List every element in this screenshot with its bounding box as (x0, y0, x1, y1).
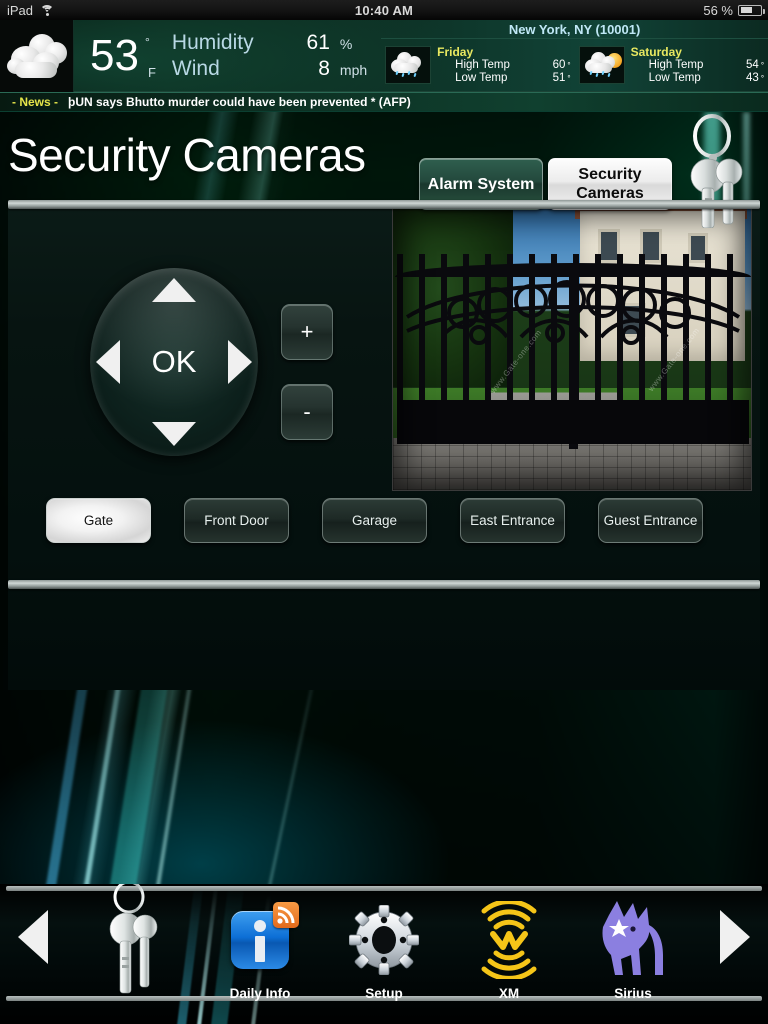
wind-row: Wind 8 mph (172, 57, 367, 81)
toolbar-item-daily-info[interactable]: Daily Info (200, 894, 320, 1014)
wind-label: Wind (171, 57, 220, 80)
tab-label: Security Cameras (576, 166, 644, 202)
wind-value: 8 (318, 57, 330, 80)
camera-button-gate[interactable]: Gate (46, 498, 151, 543)
camera-button-east-entrance[interactable]: East Entrance (460, 498, 565, 543)
camera-feed-image[interactable]: www.Gate-one.com www.Gate-one.com (392, 206, 752, 491)
rss-icon (273, 902, 299, 928)
camera-button-label: Guest Entrance (603, 512, 698, 528)
rain-cloud-icon (385, 46, 432, 84)
page-title: Security Cameras (8, 129, 366, 181)
degree-symbol: ° (760, 60, 765, 70)
forecast-day-name: Saturday (630, 44, 682, 59)
toolbar-item-label: Setup (365, 986, 403, 1001)
status-bar-right: 56 % (703, 2, 765, 18)
humidity-label: Humidity (171, 31, 254, 54)
degree-symbol: ° (567, 73, 571, 83)
toolbar-next-button[interactable] (720, 910, 750, 964)
forecast-day-saturday: Saturday High Temp 54 ° Low Temp 43 ° (575, 39, 768, 91)
camera-button-guest-entrance[interactable]: Guest Entrance (598, 498, 703, 543)
low-temp-value: 51 (552, 71, 566, 84)
news-headline: þUN says Bhutto murder could have been p… (68, 95, 411, 109)
status-bar-clock: 10:40 AM (354, 2, 414, 18)
news-ticker[interactable]: - News - þUN says Bhutto murder could ha… (0, 92, 768, 112)
gear-icon (349, 894, 419, 986)
sirius-dog-icon (593, 894, 673, 986)
camera-selector-row: Gate Front Door Garage East Entrance Gue… (46, 498, 746, 543)
low-temp-value: 43 (746, 71, 759, 84)
current-temperature: 53 (90, 30, 139, 80)
camera-button-label: Gate (83, 512, 114, 528)
xm-radio-icon (476, 894, 542, 986)
toolbar-item-setup[interactable]: Setup (324, 894, 444, 1014)
keys-icon (99, 884, 173, 994)
toolbar-item-sirius[interactable]: Sirius (573, 894, 693, 1014)
ios-status-bar: iPad 10:40 AM 56 % (0, 0, 768, 20)
bottom-toolbar: Daily Info Setup XM Sirius (0, 884, 768, 1024)
high-temp-value: 60 (552, 58, 566, 71)
toolbar-prev-button[interactable] (18, 910, 48, 964)
current-condition-icon (0, 20, 74, 92)
camera-button-label: Garage (351, 512, 398, 528)
zoom-in-button[interactable]: + (281, 304, 333, 360)
temperature-unit: F (147, 64, 156, 80)
forecast-panel: New York, NY (10001) Friday High Temp 60… (367, 20, 768, 91)
ptz-dpad[interactable]: OK (90, 268, 258, 456)
sun-rain-cloud-icon (578, 46, 625, 84)
wind-unit: mph (339, 62, 368, 78)
low-temp-label: Low Temp (455, 71, 508, 84)
panel-divider-bottom (8, 580, 760, 589)
toolbar-item-label: XM (498, 986, 520, 1001)
camera-button-label: Front Door (204, 512, 269, 528)
battery-percent-label: 56 % (703, 2, 733, 18)
toolbar-item-keys[interactable] (76, 884, 196, 1014)
camera-button-front-door[interactable]: Front Door (184, 498, 289, 543)
degree-symbol: ° (144, 34, 150, 49)
ok-button[interactable]: OK (90, 268, 258, 456)
humidity-unit: % (339, 36, 353, 52)
location-label: New York, NY (10001) (381, 20, 768, 39)
high-temp-label: High Temp (648, 58, 704, 71)
panel-divider-top (8, 200, 760, 209)
feed-vignette (393, 207, 751, 490)
battery-icon (738, 4, 765, 16)
weather-metrics: Humidity 61 % Wind 8 mph (166, 20, 367, 92)
humidity-value: 61 (306, 31, 330, 54)
info-rss-icon (231, 894, 299, 986)
toolbar-item-label: Sirius (614, 986, 652, 1001)
forecast-day-friday: Friday High Temp 60 ° Low Temp 51 ° (381, 39, 574, 91)
degree-symbol: ° (567, 60, 571, 70)
toolbar-item-xm[interactable]: XM (449, 894, 569, 1014)
cloudy-icon (6, 34, 67, 78)
low-temp-label: Low Temp (648, 71, 701, 84)
news-tag-label: - News - (12, 95, 59, 109)
current-temperature-block: 53 ° F (74, 20, 166, 91)
zoom-out-button[interactable]: - (281, 384, 333, 440)
tab-label: Alarm System (427, 175, 535, 193)
degree-symbol: ° (760, 73, 765, 83)
forecast-day-name: Friday (437, 44, 474, 59)
humidity-row: Humidity 61 % (172, 31, 367, 55)
high-temp-value: 54 (746, 58, 759, 71)
toolbar-item-label: Daily Info (229, 986, 291, 1001)
camera-button-garage[interactable]: Garage (322, 498, 427, 543)
high-temp-label: High Temp (455, 58, 510, 71)
weather-header[interactable]: 53 ° F Humidity 61 % Wind 8 mph New York… (0, 20, 768, 92)
camera-button-label: East Entrance (470, 512, 555, 528)
